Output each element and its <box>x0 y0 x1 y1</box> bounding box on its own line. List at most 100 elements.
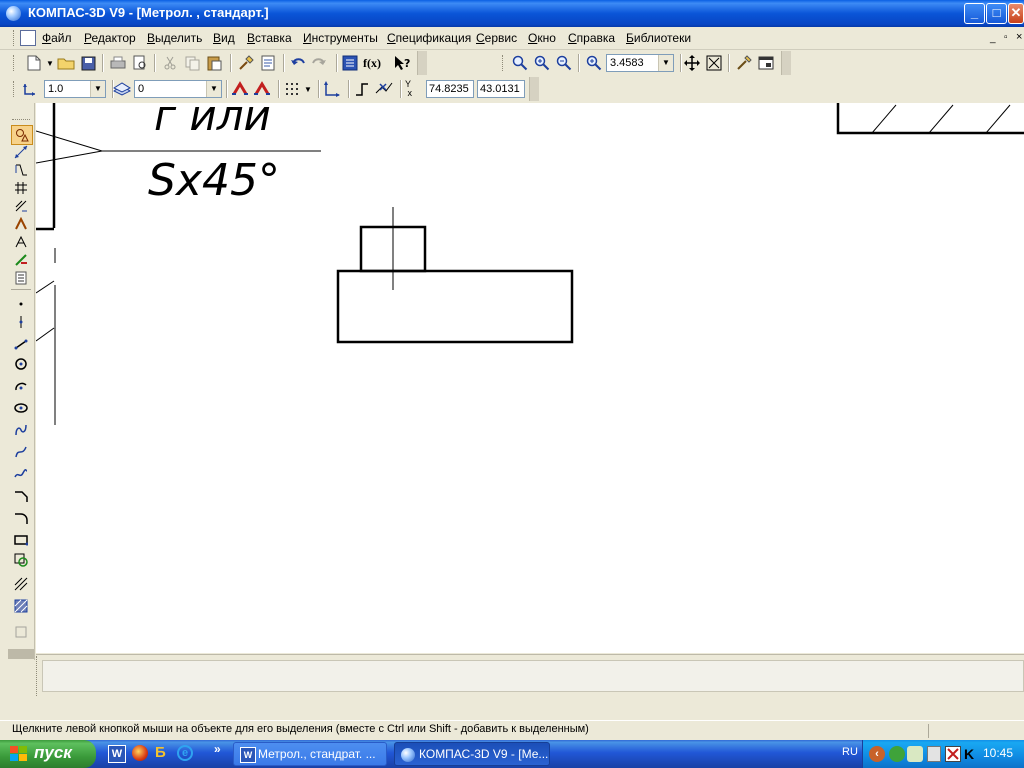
show-hidden-icons-icon[interactable]: ‹ <box>869 746 885 762</box>
point-tool-icon[interactable] <box>11 295 31 313</box>
pan-icon[interactable] <box>682 53 702 73</box>
layers-panel-icon[interactable] <box>756 53 776 73</box>
grid-icon[interactable] <box>282 79 302 99</box>
kompas-app-icon[interactable] <box>6 6 21 21</box>
drawing-text-line2[interactable]: Sx45° <box>148 157 280 205</box>
ortho-mode-icon[interactable] <box>352 79 372 99</box>
parametrization-panel-icon[interactable] <box>11 197 31 215</box>
coordinate-x-field[interactable]: 74.8235 <box>426 80 474 98</box>
measure-panel-icon[interactable] <box>11 215 31 233</box>
zoom-window-icon[interactable] <box>510 53 530 73</box>
minimize-button[interactable]: _ <box>964 3 985 24</box>
toolbar-options-handle[interactable] <box>417 51 427 75</box>
internet-explorer-icon[interactable]: e <box>177 745 193 761</box>
hatch-tool-icon[interactable] <box>11 575 31 593</box>
calculator-icon[interactable]: Б <box>155 744 171 762</box>
drawing-text-line1[interactable]: г или <box>154 93 271 139</box>
circle-tool-icon[interactable] <box>11 355 31 373</box>
media-player-icon[interactable] <box>132 745 148 761</box>
selection-panel-icon[interactable] <box>11 233 31 251</box>
redo-icon[interactable] <box>309 53 329 73</box>
menu-view[interactable]: Вид <box>213 31 235 45</box>
menu-libraries[interactable]: Библиотеки <box>626 31 691 45</box>
start-button[interactable]: пуск <box>0 740 96 768</box>
quicklaunch-more-icon[interactable]: » <box>214 742 221 756</box>
mdi-minimize-icon[interactable]: _ <box>990 33 996 44</box>
toolbar-options-handle[interactable] <box>781 51 791 75</box>
refresh-drawing-icon[interactable] <box>734 53 754 73</box>
network-tray-icon[interactable] <box>889 746 905 762</box>
contour-tool-icon[interactable] <box>11 623 31 641</box>
print-preview-icon[interactable] <box>130 53 150 73</box>
menu-insert[interactable]: Вставка <box>247 31 292 45</box>
bezier-tool-icon[interactable] <box>11 443 31 461</box>
maximize-button[interactable]: □ <box>986 3 1007 24</box>
word-icon[interactable]: W <box>108 745 126 763</box>
arc-tool-icon[interactable] <box>11 377 31 395</box>
compact-toolbar-footer[interactable] <box>8 649 34 659</box>
menu-editor[interactable]: Редактор <box>84 31 136 45</box>
device-tray-icon[interactable] <box>927 746 941 762</box>
coordinate-y-field[interactable]: 43.0131 <box>477 80 525 98</box>
toolbar-grip[interactable] <box>12 119 30 122</box>
zoom-in-icon[interactable] <box>532 53 552 73</box>
new-dropdown-arrow-icon[interactable]: ▼ <box>46 59 54 68</box>
language-indicator[interactable]: RU <box>842 746 858 758</box>
layer-state-icon[interactable] <box>112 79 132 99</box>
toolbar-grip[interactable] <box>502 55 506 71</box>
toolbar-grip[interactable] <box>13 55 17 71</box>
ellipse-tool-icon[interactable] <box>11 399 31 417</box>
zoom-scale-icon[interactable] <box>584 53 604 73</box>
designations-panel-icon[interactable] <box>11 161 31 179</box>
specification-panel-icon[interactable] <box>11 269 31 287</box>
drawing-canvas[interactable]: г или Sx45° <box>36 93 1024 653</box>
print-icon[interactable] <box>108 53 128 73</box>
fx-button[interactable]: f(x) <box>362 53 382 73</box>
grid-dropdown-arrow-icon[interactable]: ▼ <box>304 85 312 94</box>
fillet-tool-icon[interactable] <box>11 509 31 527</box>
close-button[interactable]: ✕ <box>1008 3 1024 24</box>
geometry-panel-icon[interactable] <box>11 125 33 145</box>
editing-panel-icon[interactable] <box>11 179 31 197</box>
keyboard-tray-icon[interactable]: K <box>964 746 978 762</box>
menu-tools[interactable]: Инструменты <box>303 31 378 45</box>
help-pointer-icon[interactable]: ? <box>392 53 412 73</box>
properties-panel-grip[interactable] <box>36 656 41 696</box>
nurbs-spline-tool-icon[interactable] <box>11 421 31 439</box>
cut-icon[interactable] <box>160 53 180 73</box>
taskbar-word-document[interactable]: W Метрол., стандрат. ... <box>233 742 387 766</box>
auxiliary-line-tool-icon[interactable] <box>11 313 31 331</box>
rectangle-tool-icon[interactable] <box>11 531 31 549</box>
equidistant-tool-icon[interactable] <box>11 551 31 569</box>
format-brush-icon[interactable] <box>236 53 256 73</box>
local-coordinate-system-icon[interactable] <box>322 79 342 99</box>
toolbar-options-handle[interactable] <box>529 77 539 101</box>
chevron-down-icon[interactable]: ▼ <box>90 81 105 97</box>
open-folder-icon[interactable] <box>56 53 76 73</box>
menu-help[interactable]: Справка <box>568 31 615 45</box>
document-icon[interactable] <box>20 30 36 46</box>
new-document-icon[interactable] <box>24 53 44 73</box>
undo-icon[interactable] <box>288 53 308 73</box>
menu-specification[interactable]: Спецификация <box>387 31 471 45</box>
round-snap-icon[interactable] <box>374 79 394 99</box>
polyline-tool-icon[interactable] <box>11 465 31 483</box>
cursor-step-combo[interactable]: 1.0 ▼ <box>44 80 106 98</box>
taskbar-clock[interactable]: 10:45 <box>983 746 1013 760</box>
mdi-close-icon[interactable]: × <box>1016 31 1022 43</box>
taskbar-kompas[interactable]: КОМПАС-3D V9 - [Ме... <box>394 742 550 766</box>
menu-file[interactable]: Файл <box>42 31 72 45</box>
properties-panel-field[interactable] <box>42 660 1024 692</box>
save-icon[interactable] <box>78 53 98 73</box>
variables-icon[interactable] <box>340 53 360 73</box>
zoom-scale-combo[interactable]: 3.4583 ▼ <box>606 54 674 72</box>
fill-tool-icon[interactable] <box>11 597 31 615</box>
menu-grip[interactable] <box>13 30 17 46</box>
chevron-down-icon[interactable]: ▼ <box>658 55 673 71</box>
show-all-icon[interactable] <box>704 53 724 73</box>
segment-tool-icon[interactable] <box>11 335 31 353</box>
dimensions-panel-icon[interactable] <box>11 143 31 161</box>
toolbar-grip[interactable] <box>13 81 17 97</box>
security-alert-tray-icon[interactable] <box>945 746 961 762</box>
copy-icon[interactable] <box>182 53 202 73</box>
